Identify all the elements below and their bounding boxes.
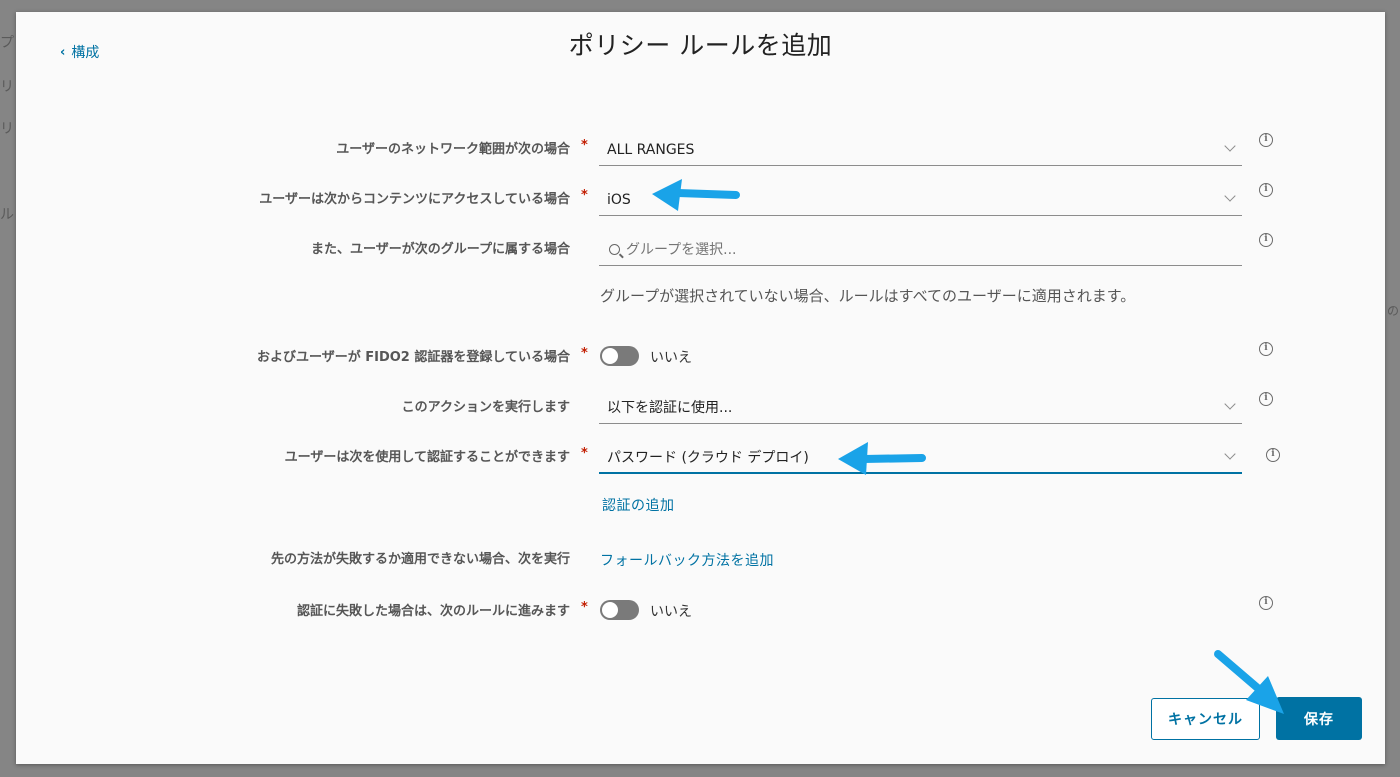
chevron-down-icon [1224,140,1236,152]
action-select[interactable]: 以下を認証に使用... [599,396,1242,424]
add-policy-rule-modal: ‹ 構成 ポリシー ルールを追加 ユーザーのネットワーク範囲が次の場合 * AL… [16,12,1385,764]
next-rule-row: 認証に失敗した場合は、次のルールに進みます * いいえ i [16,596,1385,640]
fallback-row: 先の方法が失敗するか適用できない場合、次を実行 フォールバック方法を追加 [16,548,1385,588]
info-icon[interactable]: i [1259,596,1273,610]
group-help-text: グループが選択されていない場合、ルールはすべてのユーザーに適用されます。 [600,287,1136,305]
search-icon [609,244,620,255]
group-search-input[interactable] [626,242,1206,258]
fido2-toggle-label: いいえ [650,350,692,366]
group-row: また、ユーザーが次のグループに属する場合 i [16,233,1385,278]
background-text: リ [0,79,14,95]
auth-method-value: パスワード (クラウド デプロイ) [607,450,809,466]
required-marker: * [581,346,588,361]
info-icon[interactable]: i [1259,233,1273,247]
info-icon[interactable]: i [1259,133,1273,147]
auth-method-row: ユーザーは次を使用して認証することができます * パスワード (クラウド デプロ… [16,446,1385,486]
group-search-field[interactable] [599,238,1242,266]
toggle-knob [602,602,618,618]
required-marker: * [581,600,588,615]
network-range-label: ユーザーのネットワーク範囲が次の場合 [336,142,570,157]
required-marker: * [581,188,588,203]
background-text: の [1387,304,1400,318]
background-text: プ [0,35,14,51]
modal-title: ポリシー ルールを追加 [568,31,833,60]
network-range-value: ALL RANGES [607,142,695,158]
info-icon[interactable]: i [1259,183,1273,197]
annotation-arrow-save [1214,650,1284,714]
chevron-down-icon [1224,398,1236,410]
network-range-select[interactable]: ALL RANGES [599,138,1242,166]
add-fallback-link[interactable]: フォールバック方法を追加 [600,550,774,570]
required-marker: * [581,446,588,461]
action-row: このアクションを実行します 以下を認証に使用... i [16,392,1385,436]
device-type-value: iOS [607,192,631,208]
device-type-label: ユーザーは次からコンテンツにアクセスしている場合 [259,192,570,207]
action-label: このアクションを実行します [401,400,570,415]
required-marker: * [581,138,588,153]
info-icon[interactable]: i [1259,392,1273,406]
annotation-arrow-password [838,442,926,475]
save-button[interactable]: 保存 [1276,697,1362,740]
network-range-row: ユーザーのネットワーク範囲が次の場合 * ALL RANGES i [16,133,1385,178]
chevron-down-icon [1224,190,1236,202]
add-authentication-link[interactable]: 認証の追加 [602,495,675,515]
action-value: 以下を認証に使用... [607,400,733,416]
fido2-toggle[interactable] [600,346,639,366]
next-rule-toggle[interactable] [600,600,639,620]
annotation-arrow-ios [652,179,740,211]
fido2-row: およびユーザーが FIDO2 認証器を登録している場合 * いいえ i [16,342,1385,386]
next-rule-label: 認証に失敗した場合は、次のルールに進みます [296,604,570,619]
group-label: また、ユーザーが次のグループに属する場合 [311,242,570,257]
chevron-down-icon [1224,448,1236,460]
background-text: ル [0,207,14,223]
info-icon[interactable]: i [1266,448,1280,462]
fallback-label: 先の方法が失敗するか適用できない場合、次を実行 [270,552,570,567]
fido2-label: およびユーザーが FIDO2 認証器を登録している場合 [256,350,570,365]
background-text: リ [0,121,14,137]
info-icon[interactable]: i [1259,342,1273,356]
next-rule-toggle-label: いいえ [650,604,692,620]
auth-method-label: ユーザーは次を使用して認証することができます [284,450,570,465]
toggle-knob [602,348,618,364]
